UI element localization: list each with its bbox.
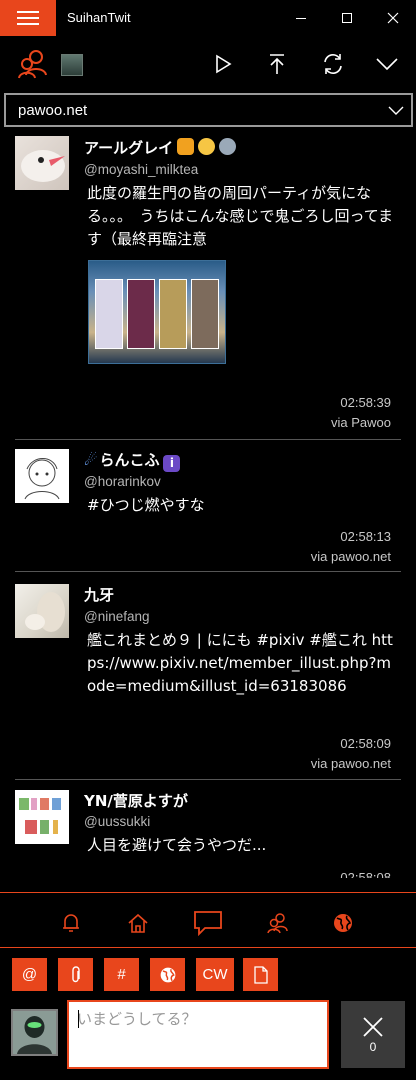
app-title: SuihanTwit [67,10,131,25]
game-card [191,279,219,349]
account-selector-value: pawoo.net [18,102,88,119]
tweet-body: 艦これまとめ９ | ににも #pixiv #艦これ https://www.pi… [87,631,393,695]
tab-follows[interactable] [264,909,292,937]
toolbar [0,36,416,92]
users-icon [18,50,47,79]
character-count: 0 [369,1039,377,1054]
tweet-body: 人目を避けて会うやつだ... [87,836,267,854]
minimize-button[interactable] [278,0,324,36]
hamburger-menu-button[interactable] [0,0,56,36]
play-stream-button[interactable] [203,44,243,84]
tweet-timestamp[interactable]: 02:58:09 [340,736,391,751]
tweet-timestamp[interactable]: 02:58:08 [340,870,391,878]
scroll-to-top-button[interactable] [257,44,297,84]
my-avatar[interactable] [11,1009,58,1056]
tweet-item[interactable]: ☄ らんこふ i @horarinkov #ひつじ燃やすな 02:58:13 via… [0,440,416,572]
maximize-icon [342,13,352,23]
tweet-item[interactable]: 九牙 @ninefang 艦これまとめ９ | ににも #pixiv #艦これ h… [0,572,416,780]
tweet-handle[interactable]: @horarinkov [84,474,161,489]
hand-avatar-image [25,592,65,632]
tweet-handle[interactable]: @ninefang [84,609,150,624]
tweet-item[interactable]: YN/菅原よすが @uussukki 人目を避けて会うやつだ... 02:58:… [0,780,416,878]
tweet-handle[interactable]: @moyashi_milktea [84,162,198,177]
tweet-timestamp[interactable]: 02:58:39 [340,395,391,410]
tweet-author-name: YN/菅原よすが [84,792,188,810]
mention-button[interactable]: @ [12,958,47,991]
timeline[interactable]: アールグレイ @moyashi_milktea 此度の羅生門の皆の周回パーティが… [0,128,416,878]
emoji-icon [219,138,237,155]
maximize-button[interactable] [324,0,370,36]
tweet-timestamp[interactable]: 02:58:13 [340,529,391,544]
more-button[interactable] [367,44,407,84]
post-button[interactable]: 0 [341,1001,405,1068]
game-card [95,279,123,349]
info-emoji-icon: i [163,455,181,472]
avatar[interactable] [15,790,69,844]
emoji-icon [198,138,216,155]
refresh-icon [324,54,342,74]
refresh-button[interactable] [313,44,353,84]
hamburger-icon [17,11,39,25]
minimize-icon [296,18,306,19]
close-icon [363,1016,383,1037]
paperclip-icon [71,965,80,982]
attach-button[interactable] [58,958,93,991]
globe-icon [334,914,352,932]
bottom-tab-bar [0,892,416,948]
text-caret [78,1010,79,1028]
tweet-author-name: アールグレイ [84,137,237,158]
bell-icon [63,914,79,932]
tab-messages[interactable] [192,909,224,937]
chat-bubble-icon [194,911,222,936]
game-card [159,279,187,349]
hashtag-button[interactable]: # [104,958,139,991]
emoji-icon [177,138,195,155]
tab-federated[interactable] [329,909,357,937]
tab-home[interactable] [124,909,152,937]
draft-button[interactable] [243,958,278,991]
accounts-button[interactable] [13,44,53,84]
avatar[interactable] [15,449,69,503]
tweet-author-name: ☄ らんこふ i [84,449,181,472]
tweet-handle[interactable]: @uussukki [84,814,150,829]
post-input-placeholder: いまどうしてる？ [77,1010,197,1028]
users-icon [267,913,288,934]
close-icon [387,12,399,24]
compose-toolbar: @ # CW [0,956,416,992]
sketch-avatar-image [24,458,60,500]
tweet-via: via Pawoo [331,415,391,430]
play-icon [216,54,232,74]
game-card [127,279,155,349]
tweet-media-thumbnail[interactable] [88,260,226,364]
chevron-down-icon [388,106,404,115]
tweet-via: via pawoo.net [310,549,391,564]
tab-notifications[interactable] [57,909,85,937]
tweet-item[interactable]: アールグレイ @moyashi_milktea 此度の羅生門の皆の周回パーティが… [0,128,416,440]
account-selector[interactable]: pawoo.net [4,93,413,127]
masked-person-avatar-image [13,1011,56,1054]
tweet-body: #ひつじ燃やすな [87,496,205,514]
document-icon [253,965,268,984]
globe-icon [160,967,175,982]
visibility-button[interactable] [150,958,185,991]
bird-avatar-image [21,150,65,182]
close-window-button[interactable] [370,0,416,36]
tweet-author-name: 九牙 [84,586,115,604]
home-icon [128,913,148,933]
tweet-body: 此度の羅生門の皆の周回パーティが気になる。。。 うちはこんな感じで鬼ごろし回って… [87,184,394,248]
upload-arrow-icon [270,54,284,74]
tweet-via: via pawoo.net [310,756,391,771]
avatar[interactable] [15,136,69,190]
kiss-me-avatar-image [19,798,61,834]
chevron-down-icon [376,58,398,71]
comet-icon: ☄ [84,451,98,469]
content-warning-button[interactable]: CW [196,958,234,991]
current-account-avatar[interactable] [61,54,83,76]
author-name-text: アールグレイ [84,139,174,157]
post-text-input[interactable]: いまどうしてる？ [67,1000,329,1069]
author-name-text: らんこふ [99,451,160,469]
avatar[interactable] [15,584,69,638]
title-bar: SuihanTwit [0,0,416,36]
